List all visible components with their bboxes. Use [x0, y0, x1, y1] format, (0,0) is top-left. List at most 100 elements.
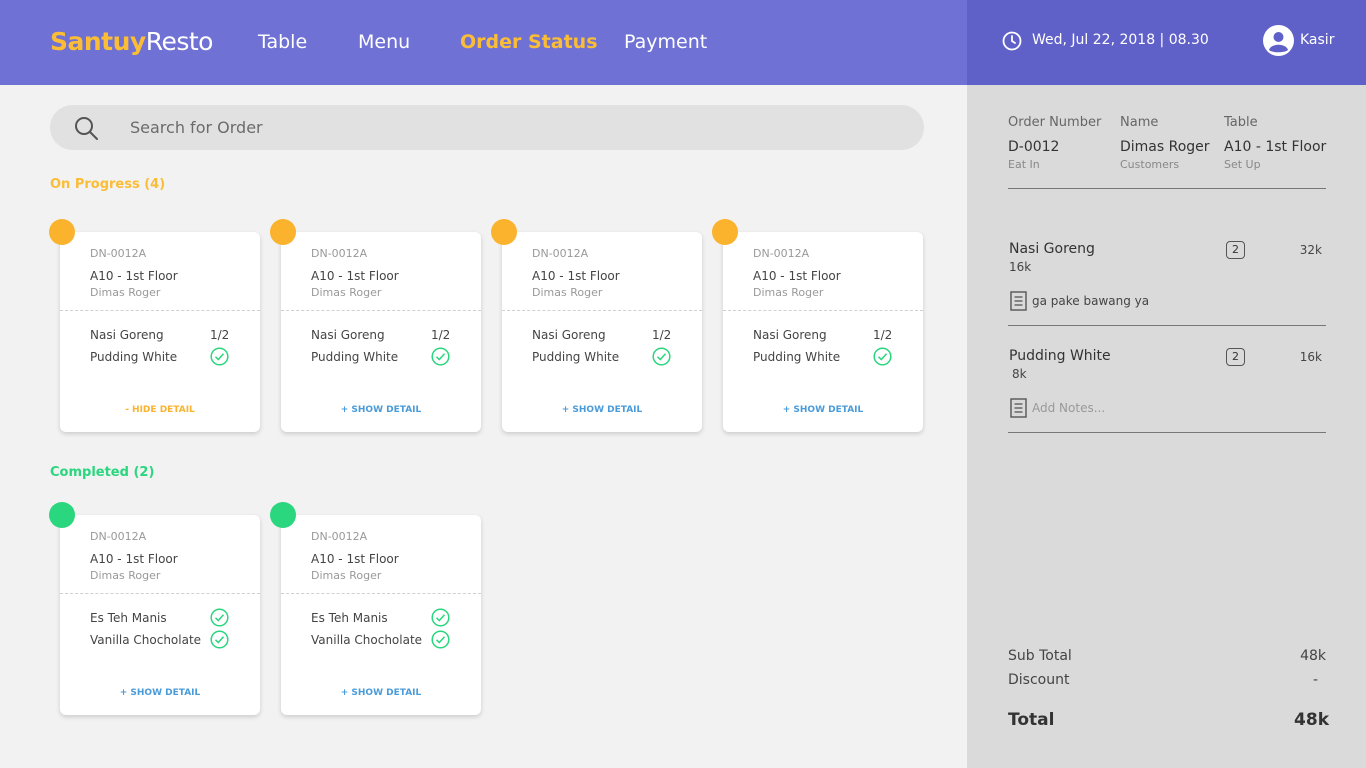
- card-divider: [281, 593, 481, 594]
- hide-detail-link[interactable]: - HIDE DETAIL: [60, 405, 260, 415]
- status-dot: [270, 219, 296, 245]
- card-table: A10 - 1st Floor: [90, 552, 178, 566]
- show-detail-link[interactable]: + SHOW DETAIL: [502, 405, 702, 415]
- clock-icon: [1002, 31, 1022, 51]
- card-customer: Dimas Roger: [311, 569, 382, 582]
- card-item-1: Es Teh Manis: [311, 611, 388, 625]
- card-item-1-status: 1/2: [431, 328, 451, 342]
- card-item-1: Nasi Goreng: [753, 328, 827, 342]
- card-item-1: Es Teh Manis: [90, 611, 167, 625]
- subtotal-label: Sub Total: [1008, 648, 1072, 664]
- check-circle-icon: [431, 608, 450, 627]
- card-item-1: Nasi Goreng: [532, 328, 606, 342]
- card-customer: Dimas Roger: [753, 286, 824, 299]
- card-divider: [502, 310, 702, 311]
- card-item-2: Pudding White: [753, 350, 841, 364]
- card-item-1: Nasi Goreng: [311, 328, 385, 342]
- card-item-2: Vanilla Chocholate: [311, 633, 423, 647]
- section-title-on-progress: On Progress (4): [50, 177, 166, 192]
- logo-rest-text: Resto: [145, 27, 214, 56]
- order-item-total: 16k: [1299, 350, 1322, 364]
- order-item-price: 16k: [1009, 260, 1032, 274]
- card-table: A10 - 1st Floor: [532, 269, 620, 283]
- user-name[interactable]: Kasir: [1300, 32, 1334, 48]
- check-circle-icon: [652, 347, 671, 366]
- search-input[interactable]: [130, 105, 890, 150]
- card-divider: [281, 310, 481, 311]
- order-card-progress[interactable]: DN-0012A A10 - 1st Floor Dimas Roger Nas…: [270, 219, 481, 432]
- nav-order-status[interactable]: Order Status: [460, 31, 598, 53]
- quantity-badge[interactable]: 2: [1226, 241, 1245, 259]
- check-circle-icon: [210, 347, 229, 366]
- customer-sub: Customers: [1120, 158, 1180, 171]
- quantity-badge[interactable]: 2: [1226, 348, 1245, 366]
- order-item-name: Nasi Goreng: [1009, 241, 1095, 257]
- panel-divider: [1008, 432, 1326, 433]
- table-value: A10 - 1st Floor: [1224, 139, 1327, 155]
- card-customer: Dimas Roger: [532, 286, 603, 299]
- show-detail-link[interactable]: + SHOW DETAIL: [281, 688, 481, 698]
- user-avatar-icon[interactable]: [1263, 25, 1294, 56]
- show-detail-link[interactable]: + SHOW DETAIL: [723, 405, 923, 415]
- status-dot: [49, 219, 75, 245]
- card-table: A10 - 1st Floor: [753, 269, 841, 283]
- name-label: Name: [1120, 115, 1159, 130]
- order-item-total: 32k: [1299, 243, 1322, 257]
- card-customer: Dimas Roger: [90, 286, 161, 299]
- card-order-number: DN-0012A: [532, 247, 589, 260]
- panel-divider: [1008, 188, 1326, 189]
- card-table: A10 - 1st Floor: [311, 269, 399, 283]
- card-customer: Dimas Roger: [90, 569, 161, 582]
- card-divider: [60, 593, 260, 594]
- note-icon: [1010, 291, 1027, 311]
- order-number-label: Order Number: [1008, 115, 1102, 130]
- total-value: 48k: [1294, 710, 1329, 730]
- status-dot: [491, 219, 517, 245]
- order-item-note[interactable]: ga pake bawang ya: [1032, 294, 1149, 308]
- check-circle-icon: [431, 630, 450, 649]
- total-label: Total: [1008, 710, 1055, 730]
- card-divider: [723, 310, 923, 311]
- card-item-2: Pudding White: [311, 350, 399, 364]
- nav-menu[interactable]: Menu: [358, 31, 410, 53]
- check-circle-icon: [873, 347, 892, 366]
- order-item-price: 8k: [1012, 367, 1027, 381]
- status-dot: [270, 502, 296, 528]
- order-card-completed[interactable]: DN-0012A A10 - 1st Floor Dimas Roger Es …: [49, 502, 260, 715]
- order-number-value: D-0012: [1008, 139, 1060, 155]
- card-order-number: DN-0012A: [90, 530, 147, 543]
- card-customer: Dimas Roger: [311, 286, 382, 299]
- table-sub: Set Up: [1224, 158, 1261, 171]
- status-dot: [49, 502, 75, 528]
- check-circle-icon: [431, 347, 450, 366]
- app-logo[interactable]: SantuyResto: [50, 27, 213, 56]
- order-card-completed[interactable]: DN-0012A A10 - 1st Floor Dimas Roger Es …: [270, 502, 481, 715]
- discount-label: Discount: [1008, 672, 1070, 688]
- card-order-number: DN-0012A: [311, 530, 368, 543]
- order-card-progress[interactable]: DN-0012A A10 - 1st Floor Dimas Roger Nas…: [491, 219, 702, 432]
- check-circle-icon: [210, 630, 229, 649]
- order-card-progress[interactable]: DN-0012A A10 - 1st Floor Dimas Roger Nas…: [49, 219, 260, 432]
- order-search-bar[interactable]: [50, 105, 924, 150]
- order-type: Eat In: [1008, 158, 1040, 171]
- card-item-1-status: 1/2: [652, 328, 672, 342]
- header-datetime: Wed, Jul 22, 2018 | 08.30: [1032, 32, 1209, 48]
- panel-divider: [1008, 325, 1326, 326]
- subtotal-value: 48k: [1300, 648, 1326, 664]
- show-detail-link[interactable]: + SHOW DETAIL: [281, 405, 481, 415]
- card-item-1-status: 1/2: [873, 328, 893, 342]
- add-notes-input[interactable]: Add Notes...: [1032, 401, 1105, 415]
- card-table: A10 - 1st Floor: [311, 552, 399, 566]
- card-order-number: DN-0012A: [753, 247, 810, 260]
- card-item-1: Nasi Goreng: [90, 328, 164, 342]
- card-item-2: Pudding White: [532, 350, 620, 364]
- nav-payment[interactable]: Payment: [624, 31, 707, 53]
- card-order-number: DN-0012A: [90, 247, 147, 260]
- card-divider: [60, 310, 260, 311]
- order-card-progress[interactable]: DN-0012A A10 - 1st Floor Dimas Roger Nas…: [712, 219, 923, 432]
- card-item-1-status: 1/2: [210, 328, 230, 342]
- show-detail-link[interactable]: + SHOW DETAIL: [60, 688, 260, 698]
- nav-table[interactable]: Table: [258, 31, 307, 53]
- logo-bold-text: Santuy: [50, 27, 146, 56]
- check-circle-icon: [210, 608, 229, 627]
